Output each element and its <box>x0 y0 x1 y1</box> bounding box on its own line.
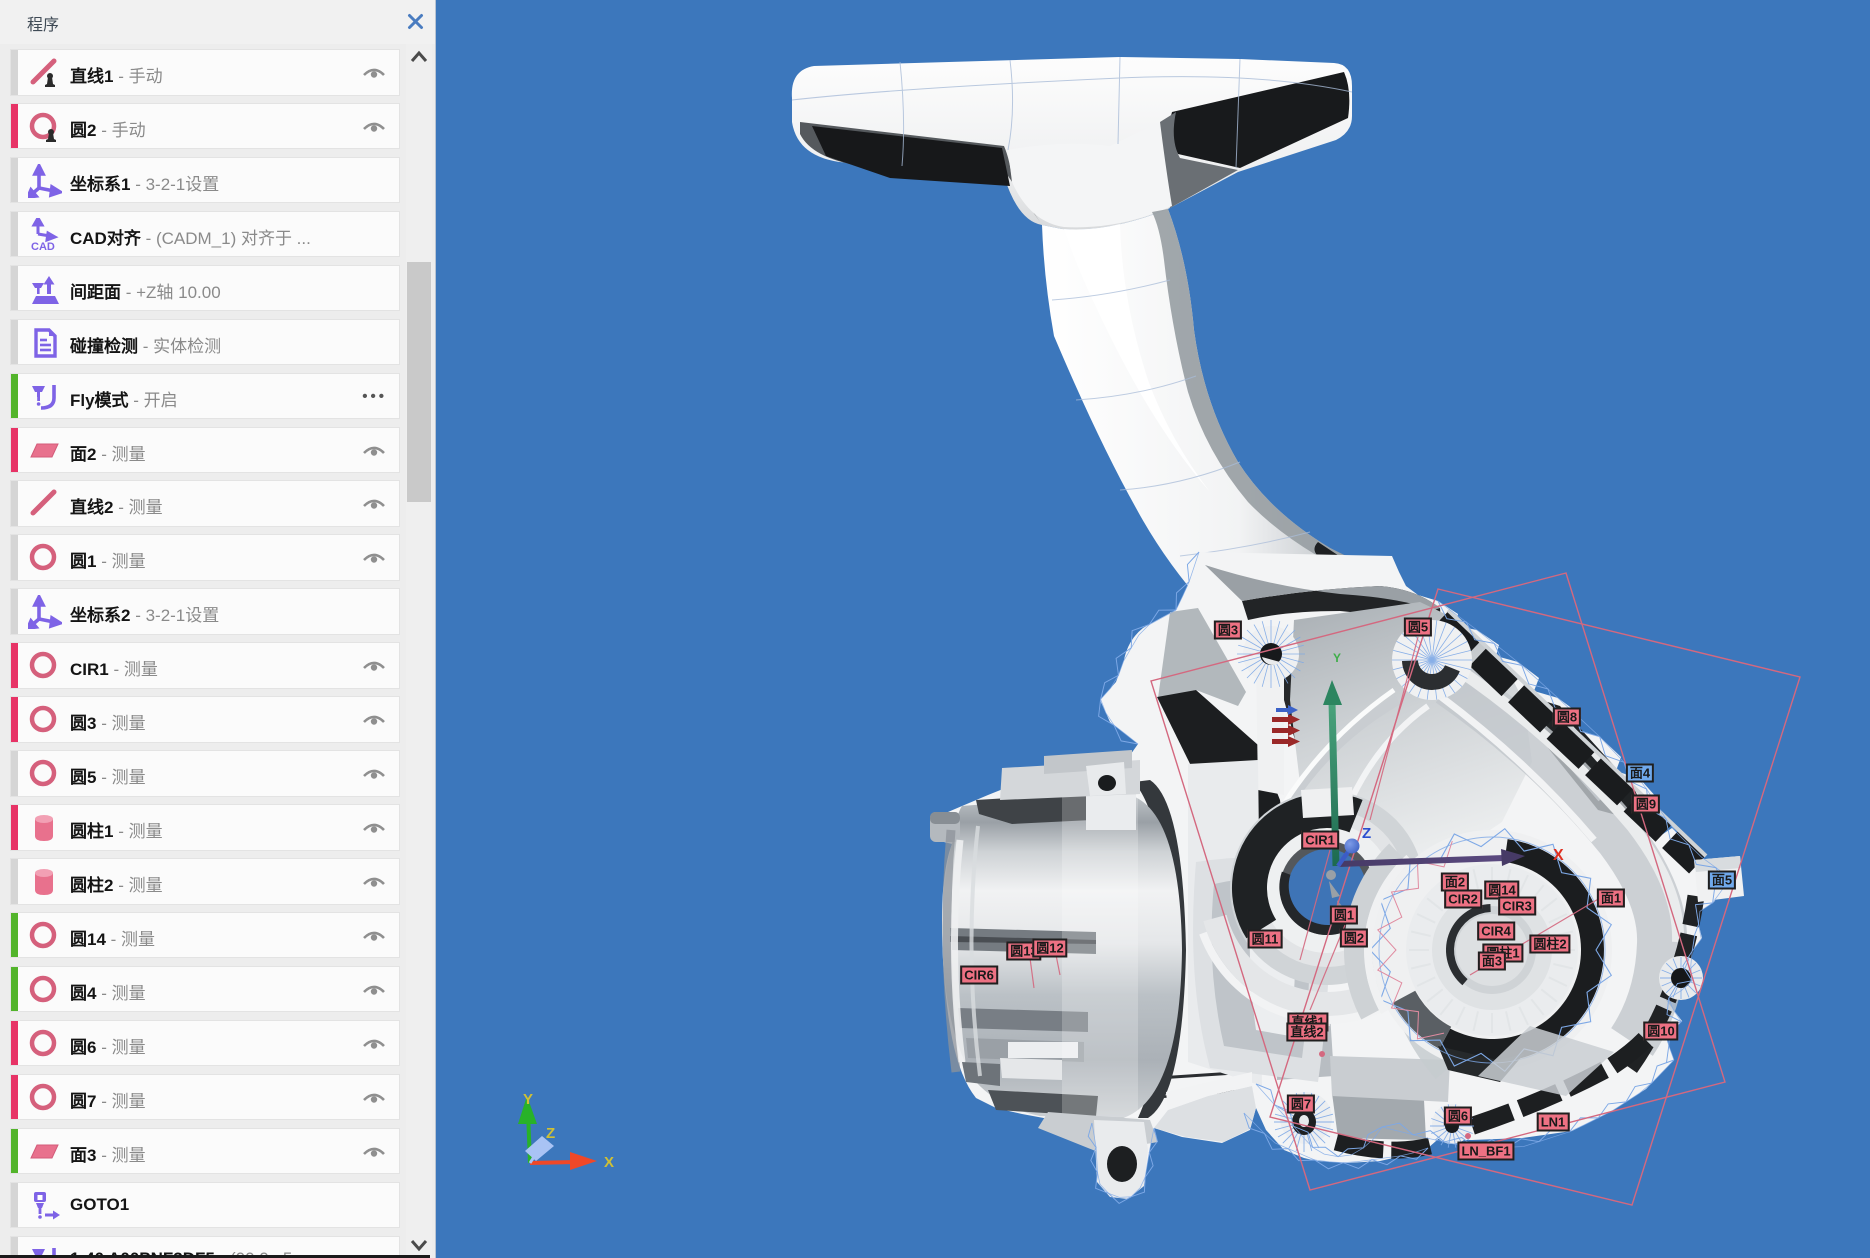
svg-text:Y: Y <box>523 1091 533 1108</box>
svg-text:Z: Z <box>546 1125 555 1142</box>
svg-text:X: X <box>1553 847 1564 864</box>
svg-text:Z: Z <box>1362 825 1371 842</box>
svg-text:X: X <box>604 1154 614 1171</box>
svg-text:Y: Y <box>1333 651 1341 665</box>
svg-text:CAD: CAD <box>31 241 55 252</box>
